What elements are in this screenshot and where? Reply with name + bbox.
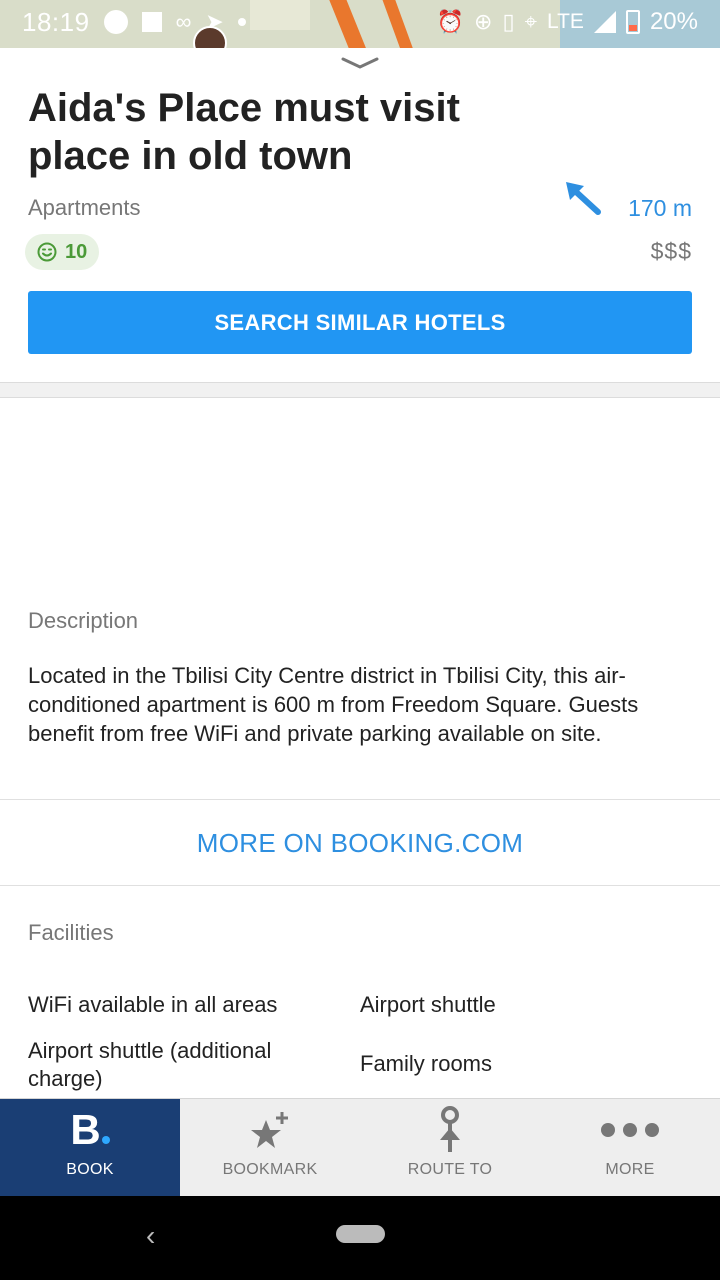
more-on-booking-link[interactable]: MORE ON BOOKING.COM — [0, 800, 720, 886]
price-level: $$$ — [650, 238, 692, 264]
rating-badge: 10 — [25, 234, 100, 270]
direction-arrow-icon — [566, 182, 601, 215]
search-similar-hotels-button[interactable]: SEARCH SIMILAR HOTELS — [28, 291, 692, 354]
tab-bookmark-label: BOOKMARK — [222, 1161, 318, 1178]
signal-icon — [593, 11, 616, 33]
tab-more-label: MORE — [605, 1161, 655, 1178]
chevron-down-icon[interactable] — [341, 56, 379, 70]
booking-logo-icon: B — [70, 1109, 110, 1151]
smiley-icon — [37, 242, 57, 262]
tab-more[interactable]: MORE — [540, 1099, 720, 1197]
tab-bookmark[interactable]: BOOKMARK — [180, 1099, 360, 1197]
more-dots-icon — [601, 1123, 659, 1137]
battery-percent: 20% — [649, 8, 698, 35]
link-icon: ∞ — [175, 9, 192, 34]
map-background — [250, 0, 310, 30]
tab-route-to-label: ROUTE TO — [407, 1161, 493, 1178]
map-road — [327, 0, 369, 48]
tab-book[interactable]: B BOOK — [0, 1099, 180, 1197]
location-pin-icon: ⌖ — [524, 9, 537, 34]
description-text: Located in the Tbilisi City Centre distr… — [28, 663, 639, 746]
divider — [0, 885, 720, 886]
back-icon[interactable]: ‹ — [146, 1222, 155, 1250]
place-sheet: Aida's Place must visit place in old tow… — [0, 48, 720, 1098]
facility-item: WiFi available in all areas — [28, 992, 278, 1017]
vibrate-icon: ▯ — [502, 9, 515, 34]
data-saver-icon: ⊕ — [474, 9, 493, 34]
bottom-action-bar: B BOOK BOOKMARK ROUTE TO MORE — [0, 1098, 720, 1197]
telegram-icon — [103, 10, 128, 34]
tab-book-label: BOOK — [66, 1161, 114, 1178]
home-pill-icon[interactable] — [336, 1225, 385, 1243]
map-road — [380, 0, 416, 48]
star-plus-icon — [251, 1112, 288, 1148]
description-label: Description — [28, 608, 139, 633]
square-icon — [141, 12, 162, 32]
facility-item: Family rooms — [360, 1051, 493, 1076]
status-time: 18:19 — [22, 6, 90, 37]
rating-value: 10 — [65, 240, 88, 263]
alarm-icon: ⏰ — [436, 9, 465, 34]
dot-icon — [237, 18, 246, 26]
place-category: Apartments — [28, 195, 141, 220]
network-type: LTE — [546, 10, 584, 33]
system-navigation-bar: ‹ — [0, 1196, 720, 1280]
facilities-label: Facilities — [28, 920, 114, 945]
route-pin-icon — [440, 1106, 460, 1152]
section-separator — [0, 382, 720, 398]
battery-icon — [625, 10, 640, 34]
facility-item: Airport shuttle (additional charge) — [28, 1038, 272, 1091]
tab-route-to[interactable]: ROUTE TO — [360, 1099, 540, 1197]
place-distance: 170 m — [628, 195, 692, 221]
facility-item: Airport shuttle — [360, 992, 496, 1017]
status-bar: 18:19 ∞ ➤ ⏰ ⊕ ▯ ⌖ LTE 20% — [0, 0, 720, 48]
place-title: Aida's Place must visit place in old tow… — [28, 86, 460, 178]
